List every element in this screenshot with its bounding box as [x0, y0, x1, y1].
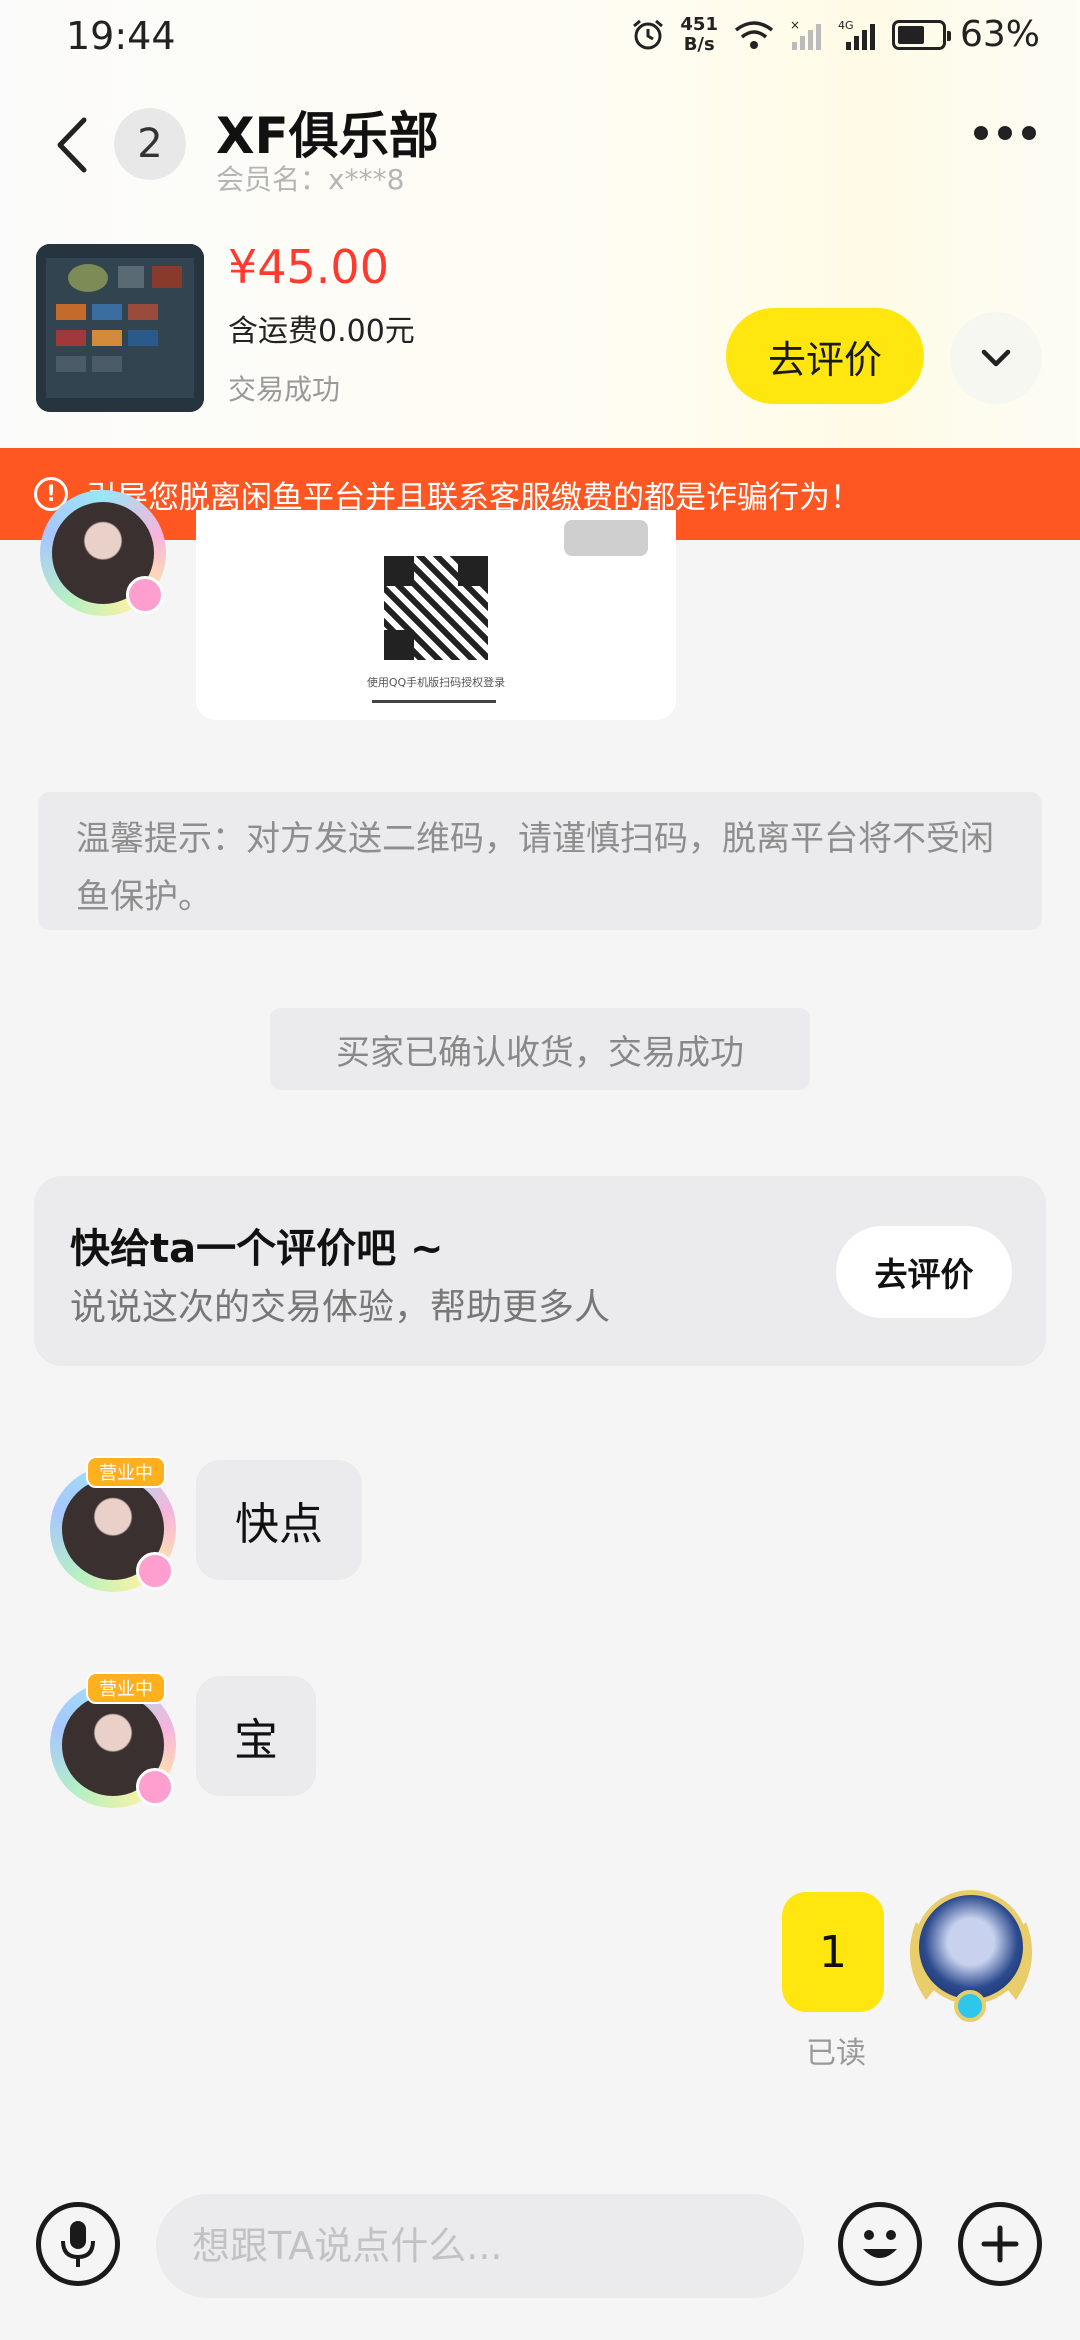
message-input-bar — [0, 2190, 1080, 2300]
open-status-badge: 营业中 — [86, 1672, 166, 1704]
voice-input-button[interactable] — [36, 2202, 120, 2286]
back-button[interactable] — [48, 110, 98, 180]
product-image — [36, 244, 204, 412]
chevron-down-icon — [981, 349, 1011, 367]
chat-header: 2 XF俱乐部 会员名：x***8 — [0, 90, 1080, 200]
message-bubble-incoming[interactable]: 快点 — [196, 1460, 362, 1580]
review-button[interactable]: 去评价 — [726, 308, 924, 404]
shipping-fee: 含运费0.00元 — [228, 314, 415, 349]
product-thumbnail[interactable] — [36, 244, 204, 412]
order-summary-card[interactable]: ¥45.00 含运费0.00元 交易成功 去评价 — [0, 240, 1080, 420]
status-icons: 451 B/s × 4G 63% — [630, 14, 1040, 55]
network-speed: 451 B/s — [680, 13, 718, 55]
battery-percent: 63% — [959, 14, 1040, 55]
message-bubble-outgoing[interactable]: 1 — [782, 1892, 884, 2012]
more-dot-icon — [974, 126, 988, 140]
status-bar: 19:44 451 B/s × 4G 63% — [0, 0, 1080, 80]
status-time: 19:44 — [66, 14, 176, 58]
sender-avatar[interactable]: 营业中 — [40, 1672, 182, 1814]
avatar-gem-icon — [954, 1990, 986, 2022]
microphone-icon — [61, 2221, 95, 2267]
sender-avatar[interactable] — [30, 480, 172, 622]
more-actions-button[interactable] — [958, 2202, 1042, 2286]
rate-title: 快给ta一个评价吧 ~ — [70, 1226, 444, 1272]
unread-count-badge[interactable]: 2 — [114, 108, 186, 180]
signal-sim2-icon: 4G — [838, 19, 875, 50]
chevron-left-icon — [57, 117, 87, 173]
svg-text:×: × — [790, 18, 800, 32]
rate-prompt-card: 快给ta一个评价吧 ~ 说说这次的交易体验，帮助更多人 去评价 — [34, 1176, 1046, 1366]
order-price: ¥45.00 — [228, 240, 389, 294]
more-dot-icon — [998, 126, 1012, 140]
image-tag — [564, 520, 648, 556]
open-status-badge: 营业中 — [86, 1456, 166, 1488]
sender-avatar[interactable]: 营业中 — [40, 1456, 182, 1598]
read-receipt: 已读 — [806, 2036, 866, 2071]
qr-code-image — [384, 556, 488, 660]
battery-icon — [891, 19, 951, 50]
smiley-icon — [863, 2230, 897, 2258]
wifi-icon — [734, 20, 774, 49]
system-message: 买家已确认收货，交易成功 — [270, 1008, 810, 1090]
message-bubble-incoming[interactable]: 宝 — [196, 1676, 316, 1796]
avatar-decoration-icon — [136, 1552, 174, 1590]
rate-subtitle: 说说这次的交易体验，帮助更多人 — [70, 1287, 611, 1328]
signal-sim1-icon: × — [790, 18, 821, 50]
qr-caption: 使用QQ手机版扫码授权登录 — [366, 676, 506, 689]
svg-text:4G: 4G — [838, 19, 854, 32]
message-input[interactable] — [156, 2194, 804, 2298]
plus-icon — [981, 2225, 1019, 2263]
qr-divider — [372, 700, 496, 703]
expand-order-button[interactable] — [950, 312, 1042, 404]
alarm-icon — [633, 19, 664, 49]
avatar-image — [914, 1890, 1028, 2004]
avatar-decoration-icon — [126, 576, 164, 614]
more-options-button[interactable] — [974, 126, 1036, 140]
safety-tip: 温馨提示：对方发送二维码，请谨慎扫码，脱离平台将不受闲鱼保护。 — [38, 792, 1042, 930]
my-avatar[interactable] — [898, 1882, 1044, 2028]
avatar-decoration-icon — [136, 1768, 174, 1806]
rate-button[interactable]: 去评价 — [836, 1226, 1012, 1318]
order-status: 交易成功 — [228, 373, 341, 406]
more-dot-icon — [1022, 126, 1036, 140]
member-name: 会员名：x***8 — [216, 163, 405, 196]
emoji-button[interactable] — [838, 2202, 922, 2286]
